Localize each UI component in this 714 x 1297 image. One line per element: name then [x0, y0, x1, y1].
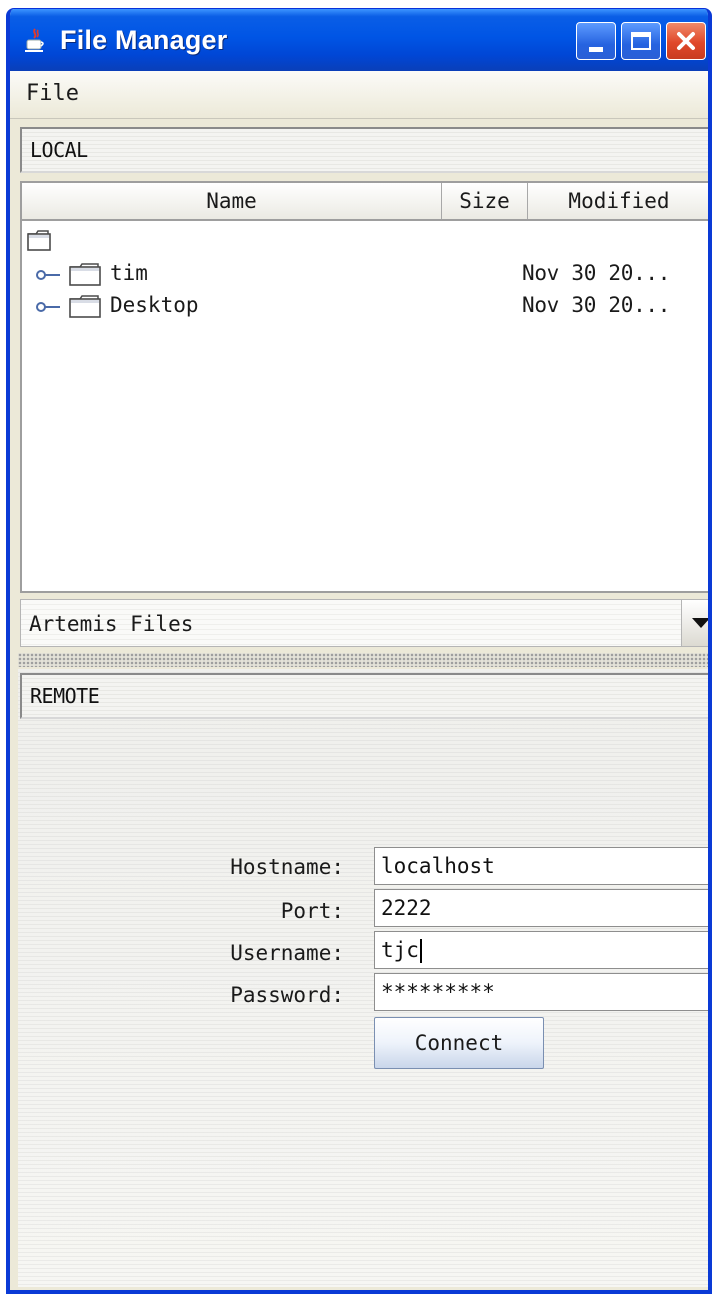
column-header: Name Size Modified [22, 183, 708, 221]
menu-file[interactable]: File [26, 81, 79, 106]
remote-path-label: REMOTE [30, 684, 100, 708]
hostname-label: Hostname: [230, 855, 344, 879]
split-pane-divider[interactable] [18, 653, 708, 667]
maximize-button[interactable] [621, 22, 661, 60]
password-value: ********* [381, 980, 495, 1004]
maximize-icon [631, 32, 651, 50]
java-cup-icon [25, 28, 44, 52]
port-value: 2222 [381, 896, 432, 920]
username-label: Username: [230, 941, 344, 965]
folder-icon [69, 295, 101, 318]
window-title: File Manager [60, 25, 228, 55]
password-label: Password: [230, 983, 344, 1007]
file-manager-window: File Manager File LOCAL Name Size Modifi… [6, 8, 712, 1294]
file-filter-select[interactable]: Artemis Files [20, 599, 708, 647]
hostname-value: localhost [381, 854, 495, 878]
tree-expand-handle[interactable] [36, 269, 62, 281]
port-label: Port: [280, 899, 344, 923]
folder-icon [69, 263, 101, 286]
minimize-button[interactable] [576, 22, 616, 60]
local-path-field: LOCAL [20, 127, 708, 173]
password-input[interactable]: ********* [374, 973, 708, 1011]
local-file-tree[interactable]: Name Size Modified tim Nov 30 20... Desk… [20, 181, 708, 593]
minimize-icon [589, 46, 603, 52]
root-folder-icon[interactable] [26, 227, 56, 253]
local-path-label: LOCAL [30, 138, 88, 162]
tree-item-modified: Nov 30 20... [522, 293, 671, 317]
hostname-input[interactable]: localhost [374, 847, 708, 885]
tree-item-label: tim [110, 261, 148, 285]
column-name[interactable]: Name [22, 183, 442, 219]
menu-bar: File [10, 71, 708, 119]
tree-row[interactable]: Desktop Nov 30 20... [22, 291, 708, 321]
text-caret [419, 939, 422, 963]
chevron-down-icon [691, 618, 708, 628]
username-value: tjc [381, 938, 419, 962]
tree-expand-handle[interactable] [36, 301, 62, 313]
column-size[interactable]: Size [442, 183, 528, 219]
dropdown-button[interactable] [681, 600, 708, 646]
tree-row[interactable]: tim Nov 30 20... [22, 259, 708, 289]
remote-path-field: REMOTE [20, 673, 708, 719]
port-input[interactable]: 2222 [374, 889, 708, 927]
column-modified[interactable]: Modified [528, 183, 708, 219]
connect-button[interactable]: Connect [374, 1017, 544, 1069]
close-icon [677, 32, 695, 50]
title-bar[interactable]: File Manager [10, 9, 708, 71]
file-filter-value: Artemis Files [29, 612, 194, 636]
tree-item-modified: Nov 30 20... [522, 261, 671, 285]
tree-item-label: Desktop [110, 293, 199, 317]
close-button[interactable] [666, 22, 706, 60]
username-input[interactable]: tjc [374, 931, 708, 969]
